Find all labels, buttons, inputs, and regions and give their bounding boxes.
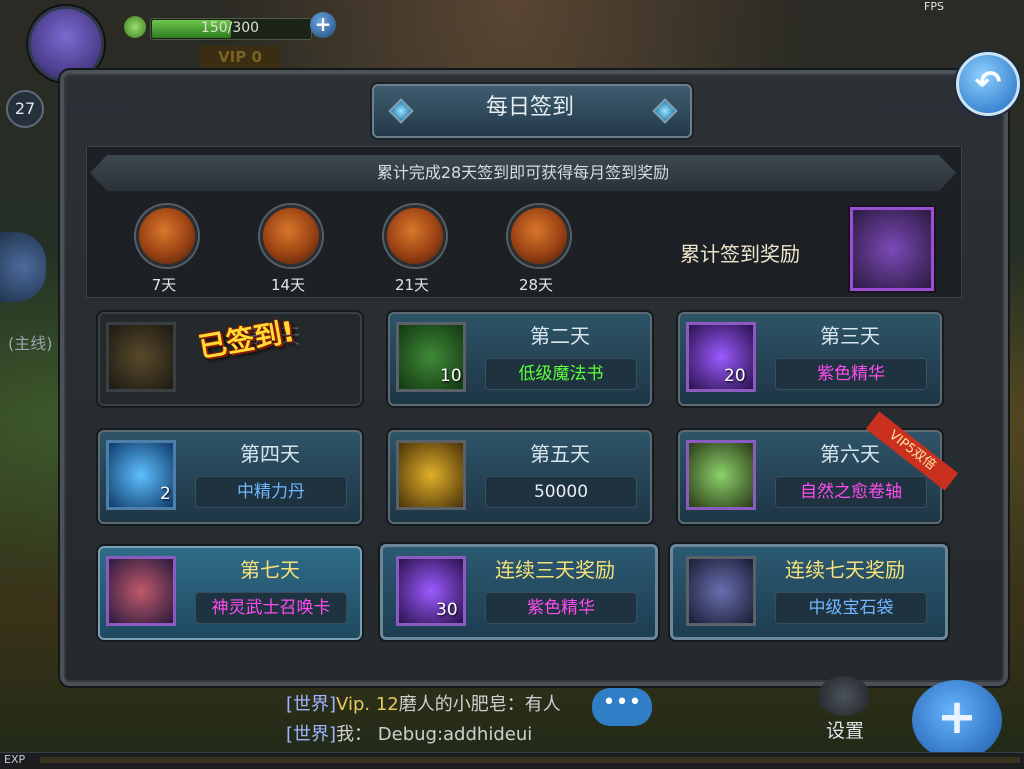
card-day-label: 连续三天奖励: [495, 558, 615, 582]
item-name: 低级魔法书: [485, 358, 637, 390]
add-energy-button[interactable]: +: [310, 12, 336, 38]
chat-message: 我： Debug:addhideui: [336, 724, 533, 745]
milestone-orb-icon[interactable]: [384, 205, 446, 267]
energy-potion-icon: [124, 16, 146, 38]
card-day-label: 第七天: [240, 558, 300, 582]
item-name: 50000: [485, 476, 637, 508]
chat-message: 磨人的小肥皂：有人: [398, 694, 561, 715]
card-day-label: 连续七天奖励: [785, 558, 905, 582]
item-name: 紫色精华: [485, 592, 637, 624]
item-name: 神灵武士召唤卡: [195, 592, 347, 624]
chat-line[interactable]: [世界]Vip. 12磨人的小肥皂：有人: [286, 690, 561, 716]
expand-menu-button[interactable]: +: [912, 680, 1002, 760]
gear-icon[interactable]: [818, 676, 870, 716]
exp-bar-fill: [40, 757, 1020, 763]
monthly-banner-text: 累计完成28天签到即可获得每月签到奖励: [376, 163, 670, 182]
milestone-orb-icon[interactable]: [508, 205, 570, 267]
energy-value: 150/300: [200, 20, 260, 36]
scroll-icon: [686, 440, 756, 510]
gem-bag-icon: [686, 556, 756, 626]
item-quantity: 20: [724, 366, 746, 386]
player-level-badge: 27: [6, 90, 44, 128]
total-reward-label: 累计签到奖励: [680, 242, 800, 266]
chat-bubble-icon[interactable]: •••: [592, 688, 652, 726]
milestone-label: 14天: [270, 276, 306, 294]
chat-line[interactable]: [世界]我： Debug:addhideui: [286, 720, 532, 746]
hero-portrait-icon[interactable]: [850, 207, 934, 291]
item-name: 中级宝石袋: [775, 592, 927, 624]
chat-channel-tag: [世界]: [286, 694, 337, 715]
summon-card-icon: [106, 556, 176, 626]
milestone-orb-icon[interactable]: [136, 205, 198, 267]
vip-badge[interactable]: VIP 0: [200, 46, 280, 68]
settings-label[interactable]: 设置: [826, 716, 864, 743]
chat-vip-tag: Vip. 12: [336, 694, 399, 715]
fps-label: FPS: [924, 0, 944, 13]
item-name: 中精力丹: [195, 476, 347, 508]
milestone-label: 21天: [394, 276, 430, 294]
item-name: 自然之愈卷轴: [775, 476, 927, 508]
chat-channel-tag: [世界]: [286, 724, 337, 745]
milestone-orb-icon[interactable]: [260, 205, 322, 267]
milestone-label: 7天: [151, 276, 177, 294]
gold-coin-icon: [396, 440, 466, 510]
card-day-label: 第二天: [530, 324, 590, 348]
main-quest-label[interactable]: (主线): [8, 330, 53, 354]
card-day-label: 第五天: [530, 442, 590, 466]
item-name: 紫色精华: [775, 358, 927, 390]
back-arrow-button[interactable]: ↶: [956, 52, 1020, 116]
card-day-label: 第三天: [820, 324, 880, 348]
exp-label: EXP: [4, 753, 26, 766]
item-quantity: 10: [440, 366, 462, 386]
card-day-label: 第四天: [240, 442, 300, 466]
gold-coin-icon: [106, 322, 176, 392]
panel-title: 每日签到: [485, 95, 574, 120]
friends-icon[interactable]: [0, 232, 46, 302]
item-quantity: 2: [160, 484, 171, 504]
item-quantity: 30: [436, 600, 458, 620]
milestone-label: 28天: [518, 276, 554, 294]
